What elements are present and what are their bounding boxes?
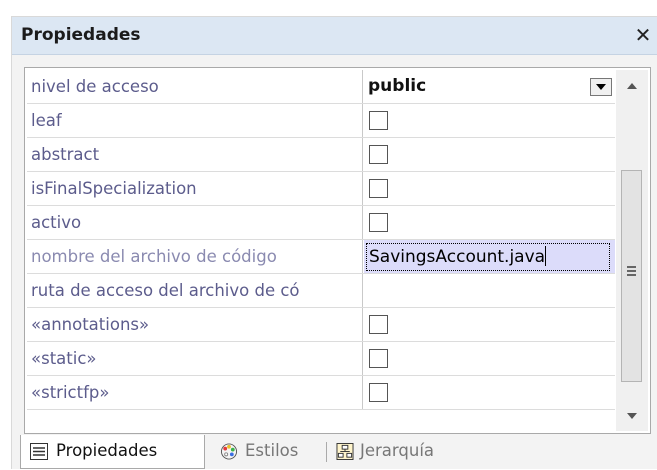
property-grid-frame: nivel de acceso public leaf abstract isF…: [24, 67, 651, 434]
close-icon[interactable]: ✕: [631, 21, 655, 49]
text-caret: [545, 246, 547, 266]
tab-label: Propiedades: [56, 441, 158, 460]
property-name: «strictfp»: [27, 376, 363, 409]
palette-icon: [220, 443, 238, 460]
property-row-abstract[interactable]: abstract: [27, 138, 615, 172]
abstract-checkbox[interactable]: [369, 145, 388, 164]
properties-window: Propiedades ✕ nivel de acceso public lea…: [0, 0, 657, 469]
tab-label: Estilos: [245, 441, 299, 460]
static-checkbox[interactable]: [369, 349, 388, 368]
property-row-annotations[interactable]: «annotations»: [27, 308, 615, 342]
tab-propiedades[interactable]: Propiedades: [20, 435, 205, 469]
leaf-checkbox[interactable]: [369, 111, 388, 130]
property-name: isFinalSpecialization: [27, 172, 363, 205]
property-row-code-file-path[interactable]: ruta de acceso del archivo de có: [27, 274, 615, 308]
tab-separator: [326, 442, 327, 462]
property-row-static[interactable]: «static»: [27, 342, 615, 376]
property-value[interactable]: public: [364, 70, 615, 103]
code-file-path-value[interactable]: [364, 274, 615, 307]
property-grid: nivel de acceso public leaf abstract isF…: [27, 70, 615, 410]
annotations-checkbox[interactable]: [369, 315, 388, 334]
properties-panel: Propiedades ✕ nivel de acceso public lea…: [11, 16, 657, 469]
panel-tab-bar: Propiedades Estilos Jerarquía: [12, 435, 657, 470]
property-value: [364, 172, 615, 205]
code-file-name-value: SavingsAccount.java: [369, 247, 546, 267]
vertical-scrollbar[interactable]: [616, 70, 648, 431]
property-row-is-final-specialization[interactable]: isFinalSpecialization: [27, 172, 615, 206]
property-row-active[interactable]: activo: [27, 206, 615, 240]
property-value: [364, 342, 615, 375]
scrollbar-thumb[interactable]: [621, 170, 642, 382]
property-value: [364, 138, 615, 171]
hierarchy-icon: [336, 443, 354, 460]
property-value: [364, 206, 615, 239]
property-value: [364, 376, 615, 409]
property-row-access-level[interactable]: nivel de acceso public: [27, 70, 615, 104]
grip-icon: [627, 266, 636, 276]
tab-estilos[interactable]: Estilos: [210, 435, 320, 469]
property-value: [364, 308, 615, 341]
code-file-name-input[interactable]: SavingsAccount.java: [366, 243, 610, 271]
property-name: nivel de acceso: [27, 70, 363, 103]
is-final-specialization-checkbox[interactable]: [369, 179, 388, 198]
property-row-code-file-name[interactable]: nombre del archivo de código SavingsAcco…: [27, 240, 615, 274]
property-name: activo: [27, 206, 363, 239]
access-level-select[interactable]: public: [368, 70, 426, 103]
property-name: nombre del archivo de código: [27, 240, 363, 273]
property-name: «annotations»: [27, 308, 363, 341]
property-row-leaf[interactable]: leaf: [27, 104, 615, 138]
active-checkbox[interactable]: [369, 213, 388, 232]
property-value: [364, 104, 615, 137]
tab-label: Jerarquía: [360, 441, 435, 460]
tab-jerarquia[interactable]: Jerarquía: [334, 435, 494, 469]
properties-list-icon: [30, 443, 48, 460]
property-name: «static»: [27, 342, 363, 375]
scroll-down-arrow-icon[interactable]: [616, 401, 648, 431]
property-name: ruta de acceso del archivo de có: [27, 274, 363, 307]
property-value: SavingsAccount.java: [364, 240, 615, 273]
panel-title: Propiedades: [21, 25, 141, 45]
panel-title-bar[interactable]: Propiedades ✕: [12, 17, 657, 55]
strictfp-checkbox[interactable]: [369, 383, 388, 402]
property-name: leaf: [27, 104, 363, 137]
property-name: abstract: [27, 138, 363, 171]
property-row-strictfp[interactable]: «strictfp»: [27, 376, 615, 410]
chevron-down-icon[interactable]: [590, 78, 612, 96]
scroll-up-arrow-icon[interactable]: [616, 70, 648, 100]
